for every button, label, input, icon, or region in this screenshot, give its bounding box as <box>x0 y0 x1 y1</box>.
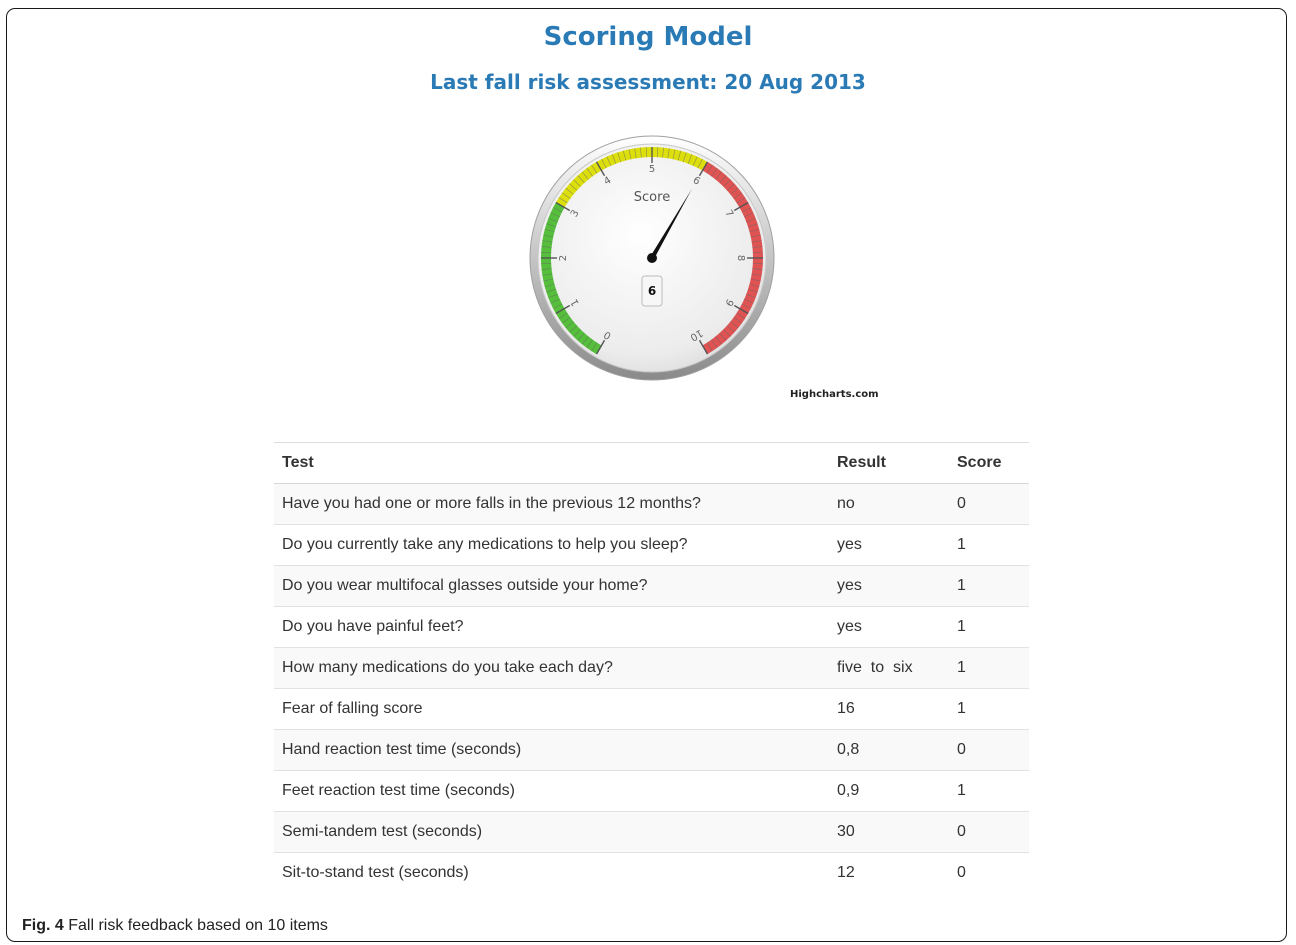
test-cell: Fear of falling score <box>274 688 829 730</box>
gauge-pivot <box>647 253 657 263</box>
table-row: Semi-tandem test (seconds) 30 0 <box>274 811 1029 853</box>
highcharts-credit[interactable]: Highcharts.com <box>790 389 879 400</box>
gauge-title: Score <box>634 190 670 205</box>
test-cell: Do you have painful feet? <box>274 606 829 648</box>
score-cell: 1 <box>949 524 1029 566</box>
test-cell: Feet reaction test time (seconds) <box>274 770 829 812</box>
result-cell: 12 <box>829 852 949 894</box>
test-cell: How many medications do you take each da… <box>274 647 829 689</box>
result-cell: no <box>829 483 949 525</box>
gauge-value-label: 6 <box>648 284 656 298</box>
result-cell: yes <box>829 524 949 566</box>
result-cell: 16 <box>829 688 949 730</box>
table-row: How many medications do you take each da… <box>274 647 1029 689</box>
gauge-tick-label: 5 <box>649 164 655 175</box>
gauge-tick-label: 2 <box>558 255 569 261</box>
column-header-score: Score <box>949 442 1029 484</box>
score-cell: 1 <box>949 565 1029 607</box>
test-cell: Sit-to-stand test (seconds) <box>274 852 829 894</box>
gauge-tick-label: 8 <box>735 255 746 261</box>
figure-caption-label: Fig. 4 <box>22 917 64 934</box>
table-row: Sit-to-stand test (seconds) 12 0 <box>274 852 1029 894</box>
score-cell: 0 <box>949 729 1029 771</box>
score-gauge: 012345678910 Score 6 <box>529 135 775 381</box>
result-cell: 0,9 <box>829 770 949 812</box>
table-row: Have you had one or more falls in the pr… <box>274 483 1029 525</box>
test-cell: Hand reaction test time (seconds) <box>274 729 829 771</box>
result-cell: 30 <box>829 811 949 853</box>
page-subtitle: Last fall risk assessment: 20 Aug 2013 <box>430 70 866 94</box>
score-cell: 0 <box>949 483 1029 525</box>
test-cell: Semi-tandem test (seconds) <box>274 811 829 853</box>
result-cell: yes <box>829 606 949 648</box>
score-cell: 1 <box>949 770 1029 812</box>
figure-caption: Fig. 4 Fall risk feedback based on 10 it… <box>22 917 328 935</box>
test-cell: Do you currently take any medications to… <box>274 524 829 566</box>
test-cell: Do you wear multifocal glasses outside y… <box>274 565 829 607</box>
table-header-row: Test Result Score <box>274 442 1029 484</box>
test-cell: Have you had one or more falls in the pr… <box>274 483 829 525</box>
result-cell: 0,8 <box>829 729 949 771</box>
result-cell: yes <box>829 565 949 607</box>
score-cell: 0 <box>949 852 1029 894</box>
table-row: Feet reaction test time (seconds) 0,9 1 <box>274 770 1029 812</box>
score-cell: 1 <box>949 606 1029 648</box>
table-row: Do you currently take any medications to… <box>274 524 1029 566</box>
table-row: Fear of falling score 16 1 <box>274 688 1029 730</box>
column-header-test: Test <box>274 442 829 484</box>
score-cell: 0 <box>949 811 1029 853</box>
result-cell: five to six <box>829 647 949 689</box>
score-cell: 1 <box>949 647 1029 689</box>
results-table: Test Result Score Have you had one or mo… <box>274 442 1029 894</box>
score-cell: 1 <box>949 688 1029 730</box>
page-title: Scoring Model <box>543 22 753 52</box>
table-row: Do you wear multifocal glasses outside y… <box>274 565 1029 607</box>
table-row: Do you have painful feet? yes 1 <box>274 606 1029 648</box>
figure-caption-text: Fall risk feedback based on 10 items <box>68 917 328 934</box>
table-row: Hand reaction test time (seconds) 0,8 0 <box>274 729 1029 771</box>
column-header-result: Result <box>829 442 949 484</box>
